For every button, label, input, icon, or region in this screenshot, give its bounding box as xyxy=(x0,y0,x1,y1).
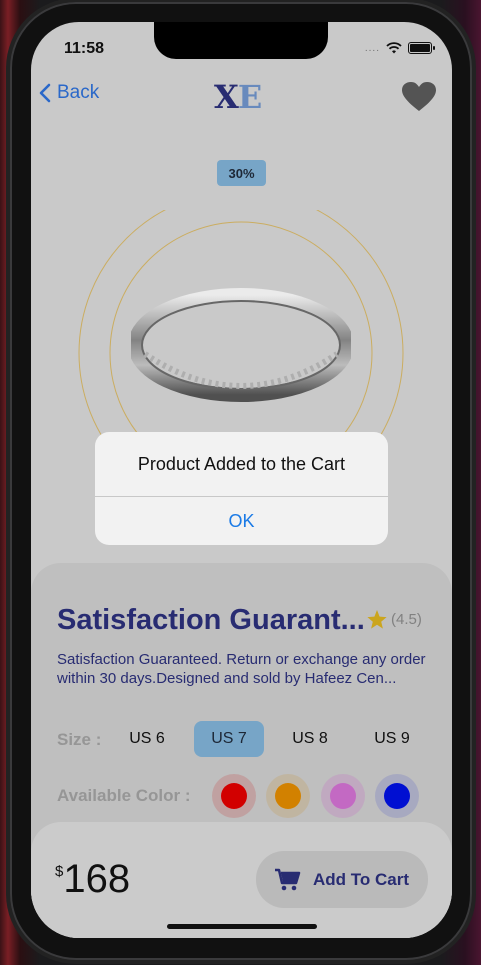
back-button[interactable]: Back xyxy=(39,82,99,104)
price-currency: $ xyxy=(55,863,64,880)
discount-badge: 30% xyxy=(217,160,266,186)
alert-title: Product Added to the Cart xyxy=(95,432,388,497)
add-to-cart-label: Add To Cart xyxy=(312,869,409,889)
brand-logo: XE xyxy=(214,78,262,116)
price-amount: 168 xyxy=(63,857,131,901)
product-description: Satisfaction Guaranteed. Return or excha… xyxy=(57,651,426,687)
back-label: Back xyxy=(57,82,100,103)
product-rating: (4.5) xyxy=(367,610,422,629)
alert-dialog: Product Added to the Cart OK xyxy=(95,432,388,545)
product-ring-image xyxy=(131,288,351,402)
alert-ok-button[interactable]: OK xyxy=(95,497,388,545)
color-swatch-blue[interactable] xyxy=(375,774,419,818)
rating-value: (4.5) xyxy=(391,611,422,628)
nav-bar: Back XE xyxy=(31,78,452,118)
size-option-us6[interactable]: US 6 xyxy=(112,721,182,757)
size-option-us7[interactable]: US 7 xyxy=(194,721,264,757)
status-time: 11:58 xyxy=(64,40,105,57)
color-swatch-red[interactable] xyxy=(212,774,256,818)
product-price: $168 xyxy=(55,857,130,902)
chevron-left-icon xyxy=(39,83,51,103)
status-icons: .... xyxy=(364,42,435,54)
favorite-heart-icon[interactable] xyxy=(402,82,436,112)
color-label: Available Color : xyxy=(57,786,191,805)
app-screen: 11:58 .... Back XE 30% Satisfaction Guar… xyxy=(31,22,452,938)
color-swatch-orange[interactable] xyxy=(266,774,310,818)
notch xyxy=(154,22,328,59)
wifi-icon xyxy=(386,42,402,54)
signal-icon: .... xyxy=(364,42,380,54)
home-indicator[interactable] xyxy=(167,924,317,929)
size-option-us8[interactable]: US 8 xyxy=(275,721,345,757)
color-swatch-pink[interactable] xyxy=(321,774,365,818)
add-to-cart-button[interactable]: Add To Cart xyxy=(256,851,428,908)
star-icon xyxy=(367,610,387,629)
size-option-us9[interactable]: US 9 xyxy=(357,721,427,757)
size-label: Size : xyxy=(57,730,102,749)
cart-icon xyxy=(274,868,301,890)
product-title: Satisfaction Guarant... xyxy=(57,604,365,636)
battery-icon xyxy=(408,42,435,54)
